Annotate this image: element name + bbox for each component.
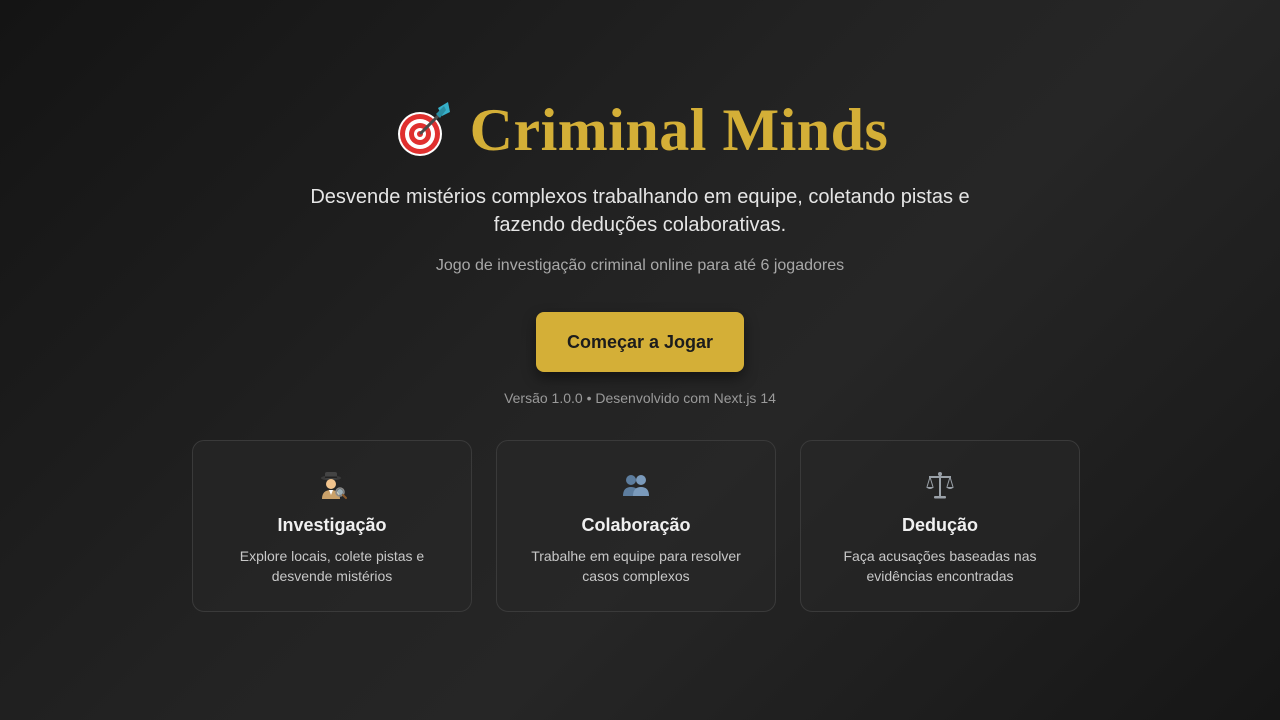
detective-icon <box>321 472 347 499</box>
version-info: Versão 1.0.0 • Desenvolvido com Next.js … <box>504 390 776 406</box>
tagline: Jogo de investigação criminal online par… <box>435 257 845 274</box>
feature-description: Explore locais, colete pistas e desvende… <box>239 548 425 584</box>
subtitle: Desvende mistérios complexos trabalhando… <box>310 186 970 236</box>
feature-title: Dedução <box>901 515 979 535</box>
start-game-button[interactable]: Começar a Jogar <box>536 312 744 372</box>
people-icon <box>623 475 649 496</box>
feature-title: Colaboração <box>581 515 691 535</box>
feature-card-investigation: Investigação Explore locais, colete pist… <box>192 440 472 612</box>
feature-card-collaboration: Colaboração Trabalhe em equipe para reso… <box>496 440 776 612</box>
feature-card-deduction: Dedução Faça acusações baseadas nas evid… <box>800 440 1080 612</box>
dart-target-icon <box>397 102 450 156</box>
page-title: Criminal Minds <box>469 97 889 163</box>
scales-icon <box>926 472 954 499</box>
feature-description: Trabalhe em equipe para resolver casos c… <box>531 548 741 584</box>
title-row: Criminal Minds <box>0 98 1280 162</box>
feature-description: Faça acusações baseadas nas evidências e… <box>843 548 1037 584</box>
feature-cards: Investigação Explore locais, colete pist… <box>192 440 1088 612</box>
feature-title: Investigação <box>277 515 387 535</box>
